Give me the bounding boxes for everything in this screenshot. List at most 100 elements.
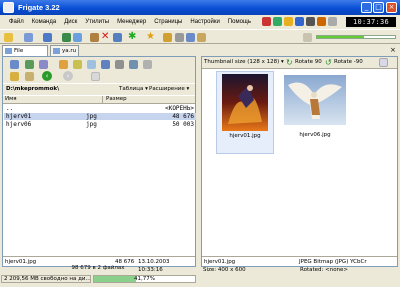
title-bar: Frigate 3.22 _ □ × xyxy=(0,0,400,15)
view-table-label: Таблица xyxy=(119,86,144,92)
tab-file-manager[interactable]: File Manager xyxy=(2,45,48,64)
root-folder-icon[interactable] xyxy=(25,72,34,81)
shortcut-icon[interactable] xyxy=(273,17,282,26)
menu-file[interactable]: Файл xyxy=(5,19,28,25)
file-row-selected[interactable]: hjerv01 jpg 48 676 xyxy=(4,113,196,120)
view-icon[interactable] xyxy=(143,60,152,69)
minimize-button[interactable]: _ xyxy=(361,2,372,13)
maximize-button[interactable]: □ xyxy=(373,2,384,13)
right-thumbnail-panel: Thumbnail size (128 x 128) ▾ ↻ Rotate 90… xyxy=(201,56,398,267)
view-icon[interactable] xyxy=(87,60,96,69)
thumbnail-size-dropdown[interactable]: Thumbnail size (128 x 128) ▾ xyxy=(204,59,284,65)
clock-display: 10:37:36 xyxy=(346,17,396,27)
thumbnail[interactable]: hjerv06.jpg xyxy=(282,71,348,154)
refresh-icon[interactable] xyxy=(91,72,100,81)
file-row-parent[interactable]: .. <КОРЕНЬ> xyxy=(4,105,196,112)
view-icon[interactable] xyxy=(25,60,34,69)
search-icon[interactable] xyxy=(186,33,195,42)
rotate-left-icon[interactable]: ↺ xyxy=(325,58,332,67)
file-name: hjerv06 xyxy=(6,121,32,128)
shortcut-icon[interactable] xyxy=(284,17,293,26)
current-path: D:\mkeprommok\ xyxy=(6,86,60,92)
rotate-minus-90-button[interactable]: Rotate -90 xyxy=(334,59,363,65)
file-ext: jpg xyxy=(86,113,97,120)
forward-icon[interactable]: › xyxy=(63,71,73,81)
left-file-panel: ‹ › D:\mkeprommok\ Таблица ▾ Расширение … xyxy=(2,56,196,273)
app-icon xyxy=(3,2,14,13)
view-icon[interactable] xyxy=(10,60,19,69)
quick-launch-icons xyxy=(262,16,344,27)
file-total: 98 679 в 2 файлах xyxy=(71,265,125,271)
properties-icon[interactable] xyxy=(113,33,122,42)
select-icon[interactable]: ✱ xyxy=(128,31,136,42)
file-name: hjerv01 xyxy=(6,113,32,120)
thumbnail-toolbar: Thumbnail size (128 x 128) ▾ ↻ Rotate 90… xyxy=(202,57,397,69)
tools-icon[interactable] xyxy=(175,33,184,42)
volume-slider[interactable] xyxy=(316,35,396,39)
back-icon[interactable]: ‹ xyxy=(42,71,52,81)
new-folder-icon[interactable] xyxy=(4,33,13,42)
view-icon[interactable] xyxy=(129,60,138,69)
close-tab-icon[interactable]: × xyxy=(390,45,396,55)
thumbnail-selected[interactable]: hjerv01.jpg xyxy=(216,71,274,154)
archive-icon[interactable] xyxy=(197,33,206,42)
folder-up-icon[interactable] xyxy=(10,72,19,81)
panel-nav-bar: ‹ › xyxy=(3,71,195,83)
main-toolbar: ✕ ✱ ★ xyxy=(0,29,400,44)
menu-utilities[interactable]: Утилиты xyxy=(81,19,113,25)
file-ext: jpg xyxy=(86,121,97,128)
favorites-icon[interactable]: ★ xyxy=(146,31,155,42)
shortcut-icon[interactable] xyxy=(306,17,315,26)
shortcut-icon[interactable] xyxy=(295,17,304,26)
menu-pages[interactable]: Страницы xyxy=(150,19,186,25)
folder-icon[interactable] xyxy=(163,33,172,42)
view-icon[interactable] xyxy=(73,60,82,69)
menu-disk[interactable]: Диск xyxy=(60,19,81,25)
edit-icon[interactable] xyxy=(43,33,52,42)
sort-extension-label: Расширение xyxy=(149,86,185,92)
file-size: 48 676 xyxy=(172,113,194,120)
column-size[interactable]: Размер xyxy=(106,96,127,102)
view-icon[interactable] xyxy=(115,60,124,69)
shortcut-icon[interactable] xyxy=(262,17,271,26)
close-button[interactable]: × xyxy=(386,2,397,13)
menu-command[interactable]: Команда xyxy=(28,19,60,25)
thumbnail-image-fire xyxy=(222,74,268,131)
view-icon[interactable] xyxy=(101,60,110,69)
disk-usage-percent: 41,77% xyxy=(134,276,155,282)
file-size: <КОРЕНЬ> xyxy=(165,105,194,112)
view-icon[interactable] xyxy=(39,60,48,69)
volume-icon xyxy=(303,33,312,42)
menu-manager[interactable]: Менеджер xyxy=(113,19,150,25)
status-bar: 98 679 в 2 файлах 2 209,56 MB свободно н… xyxy=(0,265,400,287)
rotate-right-icon[interactable]: ↻ xyxy=(286,58,293,67)
rotate-90-button[interactable]: Rotate 90 xyxy=(295,59,322,65)
disk-usage-bar: 41,77% xyxy=(93,275,196,283)
thumbnail-image-griffin xyxy=(284,75,346,125)
shortcut-icon[interactable] xyxy=(317,17,326,26)
shortcut-icon[interactable] xyxy=(328,17,337,26)
path-bar: D:\mkeprommok\ Таблица ▾ Расширение ▾ xyxy=(3,84,195,95)
column-name[interactable]: Имя xyxy=(5,96,17,102)
save-icon[interactable] xyxy=(62,33,71,42)
file-row[interactable]: hjerv06 jpg 50 003 xyxy=(4,121,196,128)
file-size: 50 003 xyxy=(172,121,194,128)
delete-icon[interactable]: ✕ xyxy=(101,31,109,42)
view-table-dropdown[interactable]: Таблица ▾ xyxy=(119,86,148,92)
view-icon[interactable] xyxy=(59,60,68,69)
menu-settings[interactable]: Настройки xyxy=(186,19,223,25)
tab-ya-ru[interactable]: ya.ru xyxy=(50,45,79,56)
cut-icon[interactable] xyxy=(90,33,99,42)
settings-icon[interactable] xyxy=(379,58,388,67)
menu-help[interactable]: Помощь xyxy=(224,19,255,25)
thumbnail-caption: hjerv01.jpg xyxy=(229,133,261,139)
web-page-icon xyxy=(53,48,60,54)
file-name: .. xyxy=(6,105,14,112)
image-file-name: hjerv01.jpg xyxy=(204,259,236,265)
sort-extension-dropdown[interactable]: Расширение ▾ xyxy=(149,86,189,92)
copy-icon[interactable] xyxy=(24,33,33,42)
panel-splitter[interactable] xyxy=(197,56,200,267)
panel-toolbar xyxy=(3,57,195,71)
refresh-icon[interactable] xyxy=(73,33,82,42)
image-info: hjerv01.jpg JPEG Bitmap (JPG) YCbCr xyxy=(202,258,397,266)
